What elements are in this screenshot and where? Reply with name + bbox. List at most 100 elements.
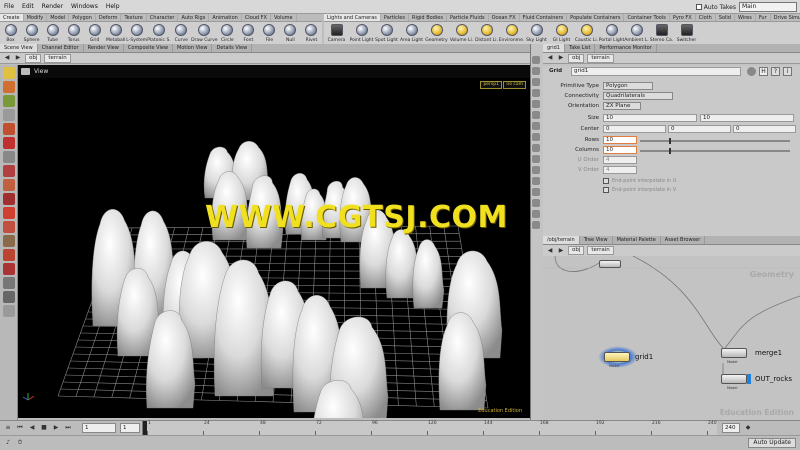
shelf-tab-volume[interactable]: Volume xyxy=(271,14,297,21)
edit-tool-icon[interactable] xyxy=(2,249,15,261)
shelf-tab-populate-containers[interactable]: Populate Containers xyxy=(567,14,625,21)
jump-end-icon[interactable]: ⏭ xyxy=(64,424,72,432)
shelf-tool-tube[interactable]: Tube xyxy=(42,24,63,43)
stroke-tool-icon[interactable] xyxy=(2,221,15,233)
forward-arrow-icon[interactable]: ▶ xyxy=(557,54,565,62)
shelf-tab-container-tools[interactable]: Container Tools xyxy=(624,14,670,21)
auto-takes-toggle[interactable]: Auto Takes xyxy=(695,4,736,11)
orientation-select[interactable]: ZX Plane xyxy=(603,102,641,110)
tab-material-palette[interactable]: Material Palette xyxy=(613,236,661,244)
endv-checkbox[interactable] xyxy=(603,187,609,193)
bypass-icon[interactable] xyxy=(532,122,540,130)
shelf-tab-fur[interactable]: Fur xyxy=(756,14,771,21)
columns-slider[interactable] xyxy=(640,150,790,152)
shelf-tool-switcher[interactable]: Switcher xyxy=(674,24,699,43)
shelf-tool-volume-li[interactable]: Volume Li. xyxy=(449,24,474,43)
back-arrow-icon[interactable]: ◀ xyxy=(546,247,554,255)
info-icon[interactable]: i xyxy=(783,67,792,76)
shelf-tool-box[interactable]: Box xyxy=(0,24,21,43)
sculpt-tool-icon[interactable] xyxy=(2,193,15,205)
shelf-tab-pyro-fx[interactable]: Pyro FX xyxy=(670,14,696,21)
shelf-tab-cloud-fx[interactable]: Cloud FX xyxy=(242,14,271,21)
columns-field[interactable]: 10 xyxy=(603,146,637,154)
realtime-icon[interactable]: ⏱ xyxy=(16,439,24,447)
shelf-tool-camera[interactable]: Camera xyxy=(324,24,349,43)
shelf-tab-texture[interactable]: Texture xyxy=(121,14,147,21)
back-arrow-icon[interactable]: ◀ xyxy=(3,54,11,62)
size-y-field[interactable]: 10 xyxy=(700,114,794,122)
gear-icon[interactable] xyxy=(532,89,540,97)
shelf-tool-grid[interactable]: Grid xyxy=(84,24,105,43)
size-x-field[interactable]: 10 xyxy=(603,114,697,122)
menu-edit[interactable]: Edit xyxy=(18,3,38,10)
path-crumb-obj[interactable]: obj xyxy=(25,53,42,63)
shelf-tool-sphere[interactable]: Sphere xyxy=(21,24,42,43)
shelf-tab-modify[interactable]: Modify xyxy=(24,14,48,21)
shelf-tool-portal-light[interactable]: Portal Light xyxy=(599,24,624,43)
tab-take-list[interactable]: Take List xyxy=(565,44,596,52)
display-flag-icon[interactable] xyxy=(747,374,751,384)
shelf-tool-platonic-s[interactable]: Platonic S. xyxy=(147,24,171,43)
shelf-tool-spot-light[interactable]: Spot Light xyxy=(374,24,399,43)
shelf-tab-auto-rigs[interactable]: Auto Rigs xyxy=(178,14,210,21)
render-icon[interactable] xyxy=(532,144,540,152)
stop-icon[interactable]: ■ xyxy=(40,424,48,432)
question-icon[interactable]: ? xyxy=(771,67,780,76)
desktop-select[interactable]: Main xyxy=(739,2,797,12)
tab-tree-view[interactable]: Tree View xyxy=(580,236,613,244)
tab-composite-view[interactable]: Composite View xyxy=(124,44,174,52)
audio-icon[interactable]: ♪ xyxy=(4,439,12,447)
magnet-tool-icon[interactable] xyxy=(2,207,15,219)
cook-icon[interactable] xyxy=(532,210,540,218)
tab-motion-view[interactable]: Motion View xyxy=(173,44,213,52)
shelf-tool-stereo-ca[interactable]: Stereo Ca. xyxy=(649,24,674,43)
center-x-field[interactable]: 0 xyxy=(603,125,666,133)
step-back-icon[interactable]: ◀ xyxy=(28,424,36,432)
gear-icon[interactable] xyxy=(747,67,756,76)
menu-render[interactable]: Render xyxy=(38,3,67,10)
shelf-tab-particles[interactable]: Particles xyxy=(381,14,409,21)
shelf-tool-environme[interactable]: Environme. xyxy=(499,24,524,43)
shelf-tool-draw-curve[interactable]: Draw Curve xyxy=(191,24,218,43)
shelf-tool-torus[interactable]: Torus xyxy=(63,24,84,43)
pin-icon[interactable] xyxy=(532,56,540,64)
center-y-field[interactable]: 0 xyxy=(668,125,731,133)
columns-slider-knob[interactable] xyxy=(669,148,671,154)
shelf-tool-distant-li[interactable]: Distant Li. xyxy=(474,24,499,43)
play-icon[interactable]: ▶ xyxy=(52,424,60,432)
shelf-tab-particle-fluids[interactable]: Particle Fluids xyxy=(447,14,489,21)
shelf-tool-sky-light[interactable]: Sky Light xyxy=(524,24,549,43)
timeline-menu-icon[interactable]: ≡ xyxy=(4,424,12,432)
scale-tool-icon[interactable] xyxy=(2,109,15,121)
forward-arrow-icon[interactable]: ▶ xyxy=(14,54,22,62)
primitive-type-select[interactable]: Polygon xyxy=(603,82,653,90)
info-icon[interactable] xyxy=(532,155,540,163)
paint-tool-icon[interactable] xyxy=(2,165,15,177)
jump-start-icon[interactable]: ⏮ xyxy=(16,424,24,432)
node-merge1[interactable] xyxy=(721,348,747,358)
shelf-tool-file[interactable]: File xyxy=(259,24,280,43)
shelf-tool-font[interactable]: Font xyxy=(238,24,259,43)
auto-takes-checkbox[interactable] xyxy=(695,4,702,10)
shelf-tool-curve[interactable]: Curve xyxy=(171,24,192,43)
handle-tool-icon[interactable] xyxy=(2,123,15,135)
template-icon[interactable] xyxy=(532,111,540,119)
snap-tool-icon[interactable] xyxy=(2,235,15,247)
shelf-tab-drive-simulation[interactable]: Drive Simulation xyxy=(771,14,800,21)
shelf-tool-circle[interactable]: Circle xyxy=(217,24,238,43)
tab-scene-view[interactable]: Scene View xyxy=(0,44,38,52)
shelf-tab-wires[interactable]: Wires xyxy=(735,14,756,21)
shelf-tool-rivet[interactable]: Rivet xyxy=(301,24,322,43)
brush-tool-icon[interactable] xyxy=(2,179,15,191)
param-crumb-obj[interactable]: obj xyxy=(568,53,585,63)
spare-icon[interactable] xyxy=(532,199,540,207)
select-tool-icon[interactable] xyxy=(2,67,15,79)
export-icon[interactable] xyxy=(532,221,540,229)
h-help-icon[interactable]: H xyxy=(759,67,768,76)
tab-channel-editor[interactable]: Channel Editor xyxy=(38,44,84,52)
shelf-tab-lights-and-cameras[interactable]: Lights and Cameras xyxy=(324,14,381,21)
shelf-tool-point-light[interactable]: Point Light xyxy=(349,24,374,43)
tab-grid1[interactable]: grid1 xyxy=(543,44,565,52)
shelf-tab-character[interactable]: Character xyxy=(147,14,179,21)
menu-windows[interactable]: Windows xyxy=(67,3,102,10)
